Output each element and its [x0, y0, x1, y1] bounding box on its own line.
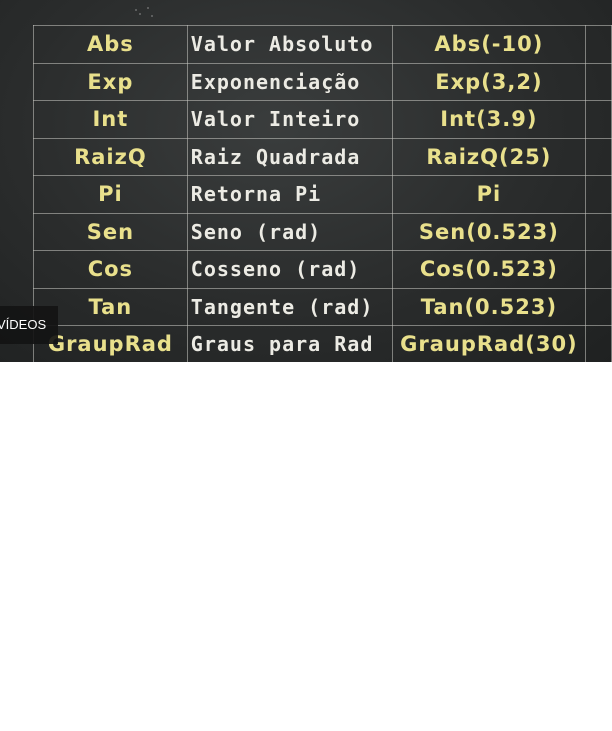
function-description-cell: Retorna Pi [186, 175, 393, 214]
more-videos-button[interactable]: VÍDEOS [0, 306, 59, 344]
function-description-cell: Graus para Rad [186, 325, 393, 362]
table-row: Abs Valor Absoluto Abs(-10) [33, 25, 612, 64]
table-row: Exp Exponenciação Exp(3,2) [33, 62, 612, 101]
function-name-cell: Abs [33, 25, 188, 64]
table-row: GraupRad Graus para Rad GraupRad(30) [33, 325, 612, 362]
table-row: Int Valor Inteiro Int(3.9) [33, 100, 612, 139]
cropped-column-cell [584, 250, 612, 289]
function-example-cell: Cos(0.523) [391, 250, 586, 289]
function-example-cell: Int(3.9) [391, 100, 586, 139]
function-description-cell: Seno (rad) [186, 212, 393, 251]
function-example-cell: Abs(-10) [391, 25, 586, 64]
cropped-column-cell [584, 25, 612, 64]
function-name-cell: Exp [33, 62, 188, 101]
cropped-column-cell [584, 287, 612, 326]
function-name-cell: Sen [33, 212, 188, 251]
table-row: RaizQ Raiz Quadrada RaizQ(25) [33, 137, 612, 176]
function-description-cell: Tangente (rad) [186, 287, 393, 326]
cropped-column-cell [584, 325, 612, 362]
chalk-smudge [135, 7, 153, 17]
table-row: Pi Retorna Pi Pi [33, 175, 612, 214]
cropped-column-cell [584, 100, 612, 139]
function-example-cell: Tan(0.523) [391, 287, 586, 326]
functions-table: Abs Valor Absoluto Abs(-10) Exp Exponenciaçã… [33, 25, 612, 362]
function-name-cell: Pi [33, 175, 188, 214]
function-example-cell: Pi [391, 175, 586, 214]
function-description-cell: Cosseno (rad) [186, 250, 393, 289]
function-example-cell: RaizQ(25) [391, 137, 586, 176]
table-row: Cos Cosseno (rad) Cos(0.523) [33, 250, 612, 289]
video-player[interactable]: Abs Valor Absoluto Abs(-10) Exp Exponenciaçã… [0, 0, 612, 362]
function-name-cell: Int [33, 100, 188, 139]
function-description-cell: Raiz Quadrada [186, 137, 393, 176]
function-description-cell: Valor Absoluto [186, 25, 393, 64]
function-example-cell: GraupRad(30) [391, 325, 586, 362]
function-example-cell: Sen(0.523) [391, 212, 586, 251]
function-example-cell: Exp(3,2) [391, 62, 586, 101]
more-videos-label: VÍDEOS [0, 317, 47, 332]
function-name-cell: Cos [33, 250, 188, 289]
function-description-cell: Exponenciação [186, 62, 393, 101]
function-description-cell: Valor Inteiro [186, 100, 393, 139]
cropped-column-cell [584, 175, 612, 214]
cropped-column-cell [584, 62, 612, 101]
table-row: Sen Seno (rad) Sen(0.523) [33, 212, 612, 251]
function-name-cell: RaizQ [33, 137, 188, 176]
cropped-column-cell [584, 212, 612, 251]
table-row: Tan Tangente (rad) Tan(0.523) [33, 287, 612, 326]
cropped-column-cell [584, 137, 612, 176]
